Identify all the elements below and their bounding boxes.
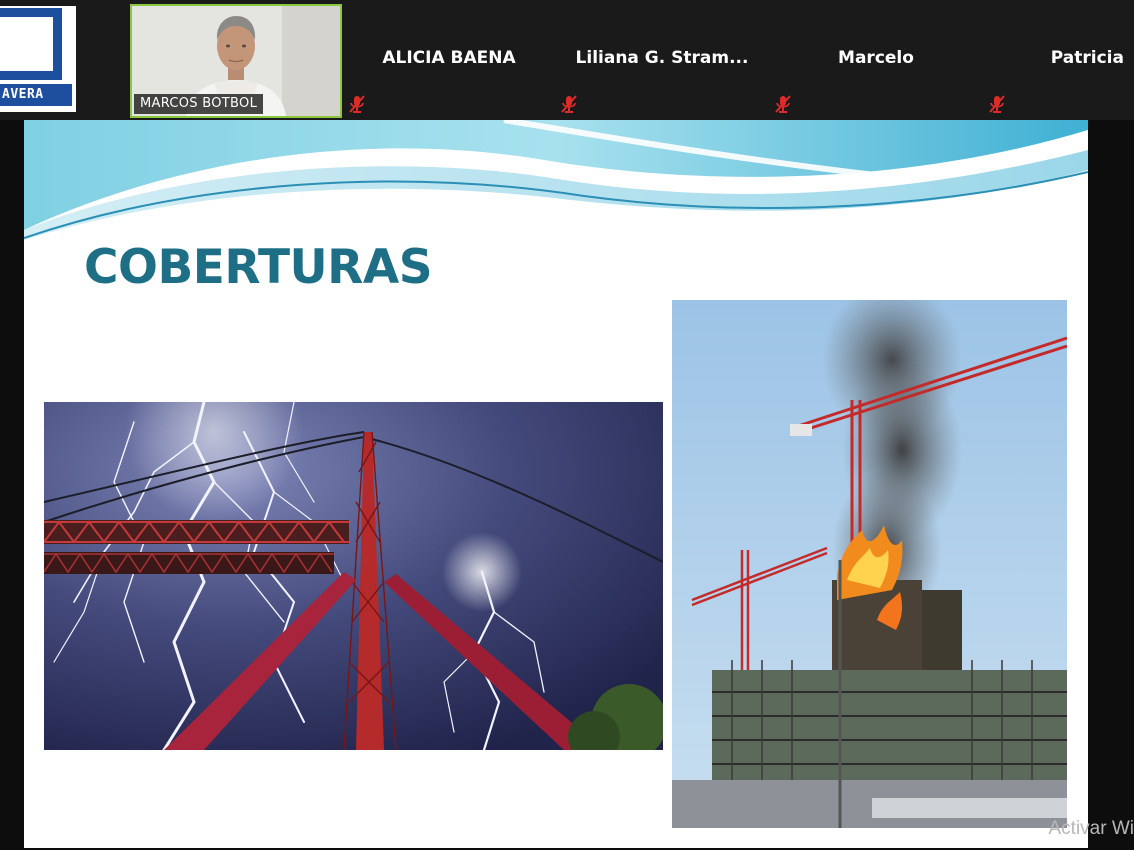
building-fire-image [672,300,1067,828]
shared-slide: COBERTURAS [24,120,1088,848]
logo-tile[interactable]: AVERA [0,0,128,120]
muted-mic-icon [775,95,791,113]
slide-header-waves [24,120,1088,240]
participant-tile[interactable]: Marcelo [770,4,982,118]
participant-strip: AVERA MARCOS BOTBOL ALICIA BAENA Liliana… [0,0,1134,120]
participant-name: Marcelo [838,48,914,68]
logo-mark [0,8,62,80]
muted-mic-icon [989,95,1005,113]
windows-activation-watermark: Activar Wi [1048,818,1134,839]
participant-tile[interactable]: Liliana G. Stram... [556,4,768,118]
speaker-name-label: MARCOS BOTBOL [134,94,264,114]
logo-text: AVERA [0,84,72,106]
participant-name: Liliana G. Stram... [575,48,749,68]
participant-tile[interactable]: ALICIA BAENA [344,4,554,118]
participant-tile[interactable]: Patricia [984,4,1134,118]
institution-logo: AVERA [0,6,76,112]
lightning-bridge-image [44,402,663,750]
participant-name: Patricia [1050,48,1124,68]
muted-mic-icon [561,95,577,113]
active-speaker-tile[interactable]: MARCOS BOTBOL [130,4,342,118]
participant-name: ALICIA BAENA [382,48,516,68]
muted-mic-icon [349,95,365,113]
slide-title: COBERTURAS [84,240,433,295]
